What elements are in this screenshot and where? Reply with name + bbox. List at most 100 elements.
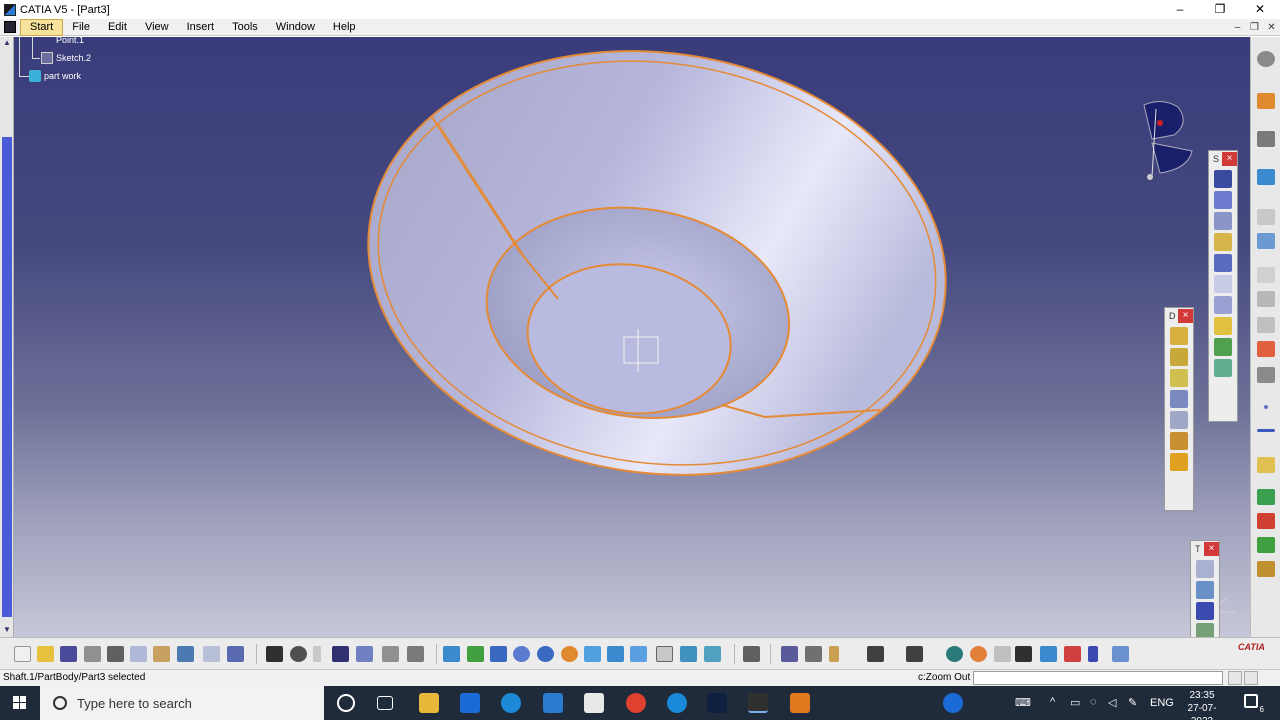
menu-file[interactable]: File [63,19,99,36]
multi-view-icon[interactable] [607,646,624,662]
doc-close-button[interactable]: ✕ [1263,19,1280,36]
isometric-view-icon[interactable] [630,646,647,662]
help-icon[interactable] [943,693,963,713]
eraser-icon[interactable] [1112,646,1129,662]
menu-view[interactable]: View [136,19,178,36]
document-icon[interactable] [4,21,16,33]
network-icon[interactable]: ◌ [1090,696,1097,708]
menu-edit[interactable]: Edit [99,19,136,36]
stiffener-icon[interactable] [1214,317,1232,335]
command-input[interactable] [973,671,1223,685]
sketcher-icon[interactable] [1257,131,1275,147]
macro-icon[interactable] [382,646,399,662]
analysis-green-icon[interactable] [1257,489,1275,505]
edge-fillet-icon[interactable] [1170,327,1188,345]
remove-loft-icon[interactable] [1214,359,1232,377]
toolbar-close-button[interactable]: × [1222,152,1237,166]
slot-icon[interactable] [1214,296,1232,314]
chamfer-icon[interactable] [1170,348,1188,366]
chrome-icon[interactable] [626,693,646,713]
3d-viewport[interactable]: ▲ ▼ Point.1 Sketch.2 part work [0,37,1250,637]
menu-insert[interactable]: Insert [178,19,224,36]
photos-icon[interactable] [584,693,604,713]
swap-visible-space-icon[interactable] [704,646,721,662]
apply-material-icon[interactable] [1257,233,1275,249]
remove-face-icon[interactable] [1170,453,1188,471]
groove-icon[interactable] [1214,233,1232,251]
thickness-icon[interactable] [1170,411,1188,429]
cortana-icon[interactable] [337,694,355,712]
toolbar-close-button[interactable]: × [1204,542,1219,556]
assemble-icon[interactable] [1257,561,1275,577]
decimal-icon[interactable] [1015,646,1032,662]
notification-icon[interactable]: 6 [1244,694,1264,714]
close-button[interactable]: ✕ [1240,0,1280,19]
line-icon[interactable] [1257,429,1275,432]
point-icon[interactable] [1264,405,1268,409]
windows-start-icon[interactable] [0,686,40,720]
flag-note-icon[interactable] [1257,291,1275,307]
pen-icon[interactable]: ✎ [1128,696,1137,709]
task-view-icon[interactable] [377,696,393,710]
maximize-button[interactable]: ❐ [1200,0,1240,19]
open-icon[interactable] [37,646,54,662]
thread-icon[interactable] [1170,432,1188,450]
volume-icon[interactable]: ◁ [1108,696,1116,709]
rib-icon[interactable] [1214,275,1232,293]
mail-icon[interactable] [543,693,563,713]
rotate-icon[interactable] [513,646,530,662]
dropbox-icon[interactable] [460,693,480,713]
draft-icon[interactable] [1170,369,1188,387]
print-icon[interactable] [84,646,101,662]
knowledge-icon[interactable] [313,646,321,662]
text-annotation-icon[interactable] [1257,267,1275,283]
file-explorer-icon[interactable] [419,693,439,713]
compass-icon[interactable] [1132,99,1204,181]
table-icon[interactable] [332,646,349,662]
bowl-model[interactable] [0,37,1250,637]
status-button-1[interactable] [1228,671,1242,685]
instant-analysis-icon[interactable] [1257,341,1275,357]
measure-item-icon[interactable] [805,646,822,662]
plane-icon[interactable] [1257,169,1275,185]
toolbar-close-button[interactable]: × [1178,309,1193,323]
constraint-icon[interactable] [1257,317,1275,333]
taskbar-search[interactable]: Type here to search [40,686,324,720]
hole-icon[interactable] [1214,254,1232,272]
normal-view-icon[interactable] [584,646,601,662]
axis-icon[interactable] [994,646,1011,662]
measure-inertia-icon[interactable] [829,646,839,662]
clock[interactable]: 23:35 27-07-2023 [1180,689,1224,720]
zoom-in-icon[interactable] [537,646,554,662]
shell-icon[interactable] [1170,390,1188,408]
view-mode-icon[interactable] [656,646,673,662]
update-icon[interactable] [743,646,760,662]
pattern-icon[interactable] [1196,602,1214,620]
cut-icon[interactable] [107,646,124,662]
mirror-icon[interactable] [1196,581,1214,599]
refresh-icon[interactable] [946,646,963,662]
3d-app-icon[interactable] [707,693,727,713]
doc-restore-button[interactable]: ❐ [1246,19,1263,36]
copy-icon[interactable] [130,646,147,662]
axis-system-icon[interactable] [1257,367,1275,383]
menu-help[interactable]: Help [324,19,365,36]
menu-tools[interactable]: Tools [223,19,267,36]
paste-icon[interactable] [153,646,170,662]
select-arrow-icon[interactable] [1257,93,1275,109]
pad-icon[interactable] [1214,170,1232,188]
shaft-icon[interactable] [1214,212,1232,230]
vlc-icon[interactable] [790,693,810,713]
whats-this-icon[interactable] [227,646,244,662]
edge-icon[interactable] [501,693,521,713]
measure-between-icon[interactable] [781,646,798,662]
keyboard-icon[interactable]: ⌨ [1015,696,1031,709]
capture-icon[interactable] [867,646,884,662]
boolean-icon[interactable] [1257,537,1275,553]
fly-mode-icon[interactable] [443,646,460,662]
plane-tool-icon[interactable] [1257,457,1275,473]
undo-icon[interactable] [177,646,194,662]
catia-taskbar-icon[interactable] [748,693,768,713]
battery-icon[interactable]: ▭ [1070,696,1080,709]
analysis-red-icon[interactable] [1257,513,1275,529]
